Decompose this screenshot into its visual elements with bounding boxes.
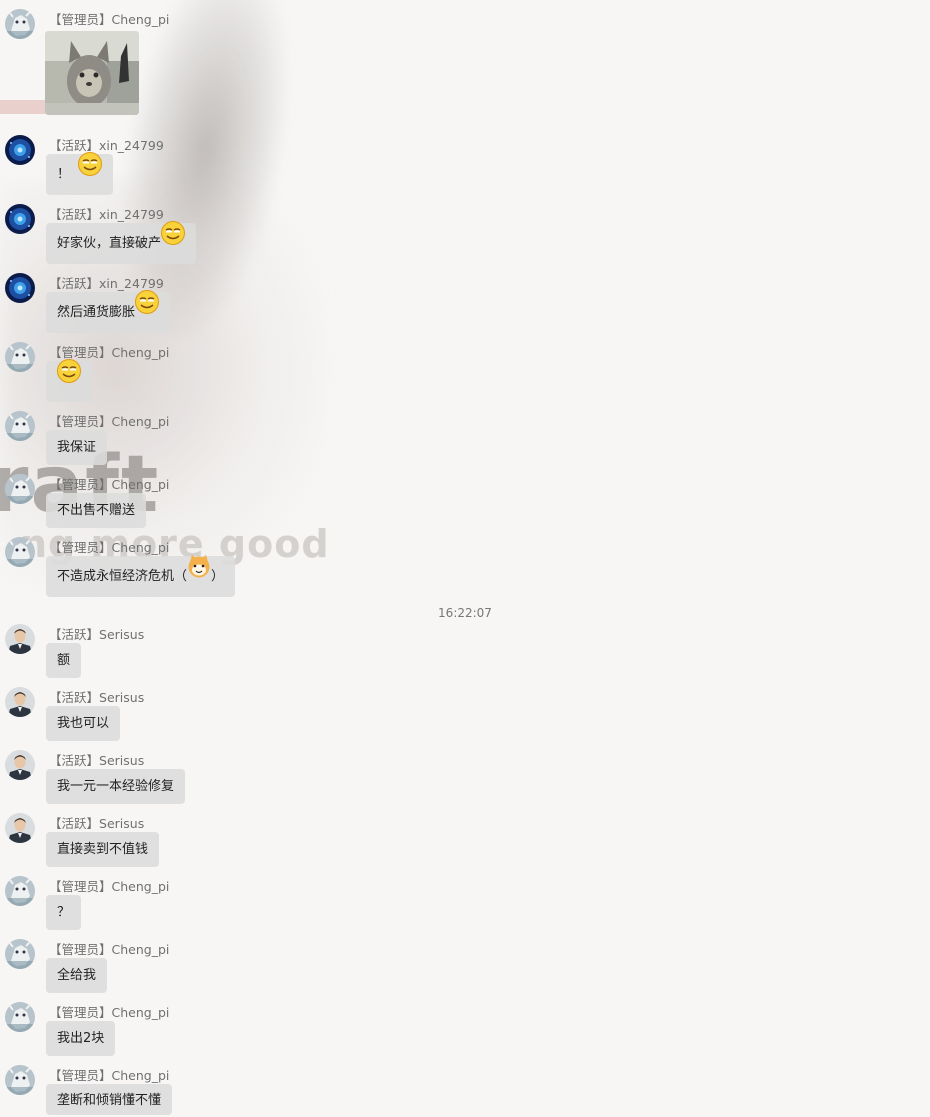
- sender-role: 【管理员】: [49, 1068, 112, 1083]
- grin-face-emoji: [160, 220, 186, 262]
- sender-role: 【管理员】: [49, 345, 112, 360]
- message-text: 然后通货膨胀: [57, 305, 136, 320]
- message-timestamp: 16:22:07: [438, 606, 492, 620]
- message-bubble[interactable]: ？: [46, 895, 82, 930]
- sender-name[interactable]: Cheng_pi: [112, 414, 170, 429]
- sender-label: 【活跃】Serisus: [49, 813, 144, 832]
- message-bubble[interactable]: 全给我: [46, 958, 108, 993]
- message-text: 我也可以: [57, 716, 110, 731]
- man-in-suit-avatar[interactable]: [5, 813, 35, 843]
- sender-label: 【管理员】Cheng_pi: [49, 537, 169, 556]
- message-bubble[interactable]: 额: [46, 643, 82, 678]
- sender-role: 【活跃】: [49, 207, 100, 222]
- sender-role: 【活跃】: [49, 138, 100, 153]
- message-text-after: ）: [211, 569, 225, 584]
- message-bubble[interactable]: [46, 358, 92, 402]
- sender-label: 【活跃】Serisus: [49, 687, 144, 706]
- sender-label: 【管理员】Cheng_pi: [49, 9, 169, 28]
- shiba-dog-emoji: [187, 554, 211, 595]
- message-bubble[interactable]: 垄断和倾销懂不懂: [46, 1084, 173, 1115]
- blue-galaxy-avatar[interactable]: [5, 135, 35, 165]
- message-text: 我出2块: [57, 1031, 105, 1046]
- sender-name[interactable]: Serisus: [99, 753, 144, 768]
- sender-label: 【管理员】Cheng_pi: [49, 1002, 169, 1021]
- sender-name[interactable]: Cheng_pi: [112, 1005, 170, 1020]
- sender-role: 【活跃】: [49, 690, 100, 705]
- sender-label: 【管理员】Cheng_pi: [49, 1065, 169, 1084]
- sender-role: 【管理员】: [49, 540, 112, 555]
- sender-role: 【活跃】: [49, 627, 100, 642]
- message-bubble[interactable]: 我出2块: [46, 1021, 116, 1056]
- sender-role: 【管理员】: [49, 477, 112, 492]
- sender-role: 【管理员】: [49, 1005, 112, 1020]
- message-bubble[interactable]: 好家伙，直接破产: [46, 220, 197, 264]
- sender-role: 【活跃】: [49, 753, 100, 768]
- polar-bear-avatar[interactable]: [5, 1002, 35, 1032]
- sender-role: 【管理员】: [49, 414, 112, 429]
- message-text: 全给我: [57, 968, 97, 983]
- sender-name[interactable]: Cheng_pi: [112, 540, 170, 555]
- message-bubble[interactable]: 我保证: [46, 430, 108, 465]
- message-text: 垄断和倾销懂不懂: [57, 1093, 162, 1108]
- sender-name[interactable]: xin_24799: [99, 207, 164, 222]
- sender-name[interactable]: Cheng_pi: [112, 345, 170, 360]
- grin-face-emoji: [56, 358, 82, 400]
- message-bubble[interactable]: 不造成永恒经济危机（ ）: [46, 554, 236, 597]
- sender-role: 【活跃】: [49, 816, 100, 831]
- sender-role: 【管理员】: [49, 12, 112, 27]
- message-text: ？: [57, 905, 71, 920]
- sender-name[interactable]: Serisus: [99, 627, 144, 642]
- sender-label: 【管理员】Cheng_pi: [49, 411, 169, 430]
- polar-bear-avatar[interactable]: [5, 939, 35, 969]
- polar-bear-avatar[interactable]: [5, 876, 35, 906]
- message-text: 直接卖到不值钱: [57, 842, 149, 857]
- message-text: 不造成永恒经济危机（: [57, 569, 188, 584]
- polar-bear-avatar[interactable]: [5, 411, 35, 441]
- message-text: 不出售不赠送: [57, 503, 136, 518]
- sender-label: 【管理员】Cheng_pi: [49, 876, 169, 895]
- sender-label: 【管理员】Cheng_pi: [49, 939, 169, 958]
- message-bubble[interactable]: 我一元一本经验修复: [46, 769, 186, 804]
- sender-name[interactable]: xin_24799: [99, 276, 164, 291]
- message-bubble[interactable]: 直接卖到不值钱: [46, 832, 160, 867]
- message-text: 额: [57, 653, 71, 668]
- man-in-suit-avatar[interactable]: [5, 687, 35, 717]
- sender-name[interactable]: xin_24799: [99, 138, 164, 153]
- polar-bear-avatar[interactable]: [5, 537, 35, 567]
- cat-photo[interactable]: [45, 31, 139, 115]
- message-bubble[interactable]: ！: [46, 151, 114, 195]
- message-text: 我保证: [57, 440, 97, 455]
- blue-galaxy-avatar[interactable]: [5, 204, 35, 234]
- grin-face-emoji: [77, 151, 103, 193]
- sender-role: 【管理员】: [49, 879, 112, 894]
- sender-role: 【管理员】: [49, 942, 112, 957]
- polar-bear-avatar[interactable]: [5, 342, 35, 372]
- message-text: ！: [57, 167, 71, 182]
- blue-galaxy-avatar[interactable]: [5, 273, 35, 303]
- sender-label: 【活跃】xin_24799: [49, 204, 164, 223]
- sender-name[interactable]: Serisus: [99, 690, 144, 705]
- sender-label: 【活跃】Serisus: [49, 624, 144, 643]
- message-bubble[interactable]: 我也可以: [46, 706, 121, 741]
- man-in-suit-avatar[interactable]: [5, 750, 35, 780]
- sender-label: 【活跃】Serisus: [49, 750, 144, 769]
- message-bubble[interactable]: 然后通货膨胀: [46, 289, 171, 333]
- sender-label: 【管理员】Cheng_pi: [49, 474, 169, 493]
- sender-name[interactable]: Cheng_pi: [112, 1068, 170, 1083]
- grin-face-emoji: [134, 289, 160, 331]
- sender-name[interactable]: Cheng_pi: [112, 942, 170, 957]
- polar-bear-avatar[interactable]: [5, 1065, 35, 1095]
- polar-bear-avatar[interactable]: [5, 474, 35, 504]
- sender-label: 【活跃】xin_24799: [49, 135, 164, 154]
- sender-name[interactable]: Cheng_pi: [112, 12, 170, 27]
- sender-role: 【活跃】: [49, 276, 100, 291]
- man-in-suit-avatar[interactable]: [5, 624, 35, 654]
- message-text: 好家伙，直接破产: [57, 236, 162, 251]
- message-bubble[interactable]: 不出售不赠送: [46, 493, 147, 528]
- message-text: 我一元一本经验修复: [57, 779, 175, 794]
- sender-name[interactable]: Cheng_pi: [112, 477, 170, 492]
- sender-name[interactable]: Serisus: [99, 816, 144, 831]
- sender-name[interactable]: Cheng_pi: [112, 879, 170, 894]
- polar-bear-avatar[interactable]: [5, 9, 35, 39]
